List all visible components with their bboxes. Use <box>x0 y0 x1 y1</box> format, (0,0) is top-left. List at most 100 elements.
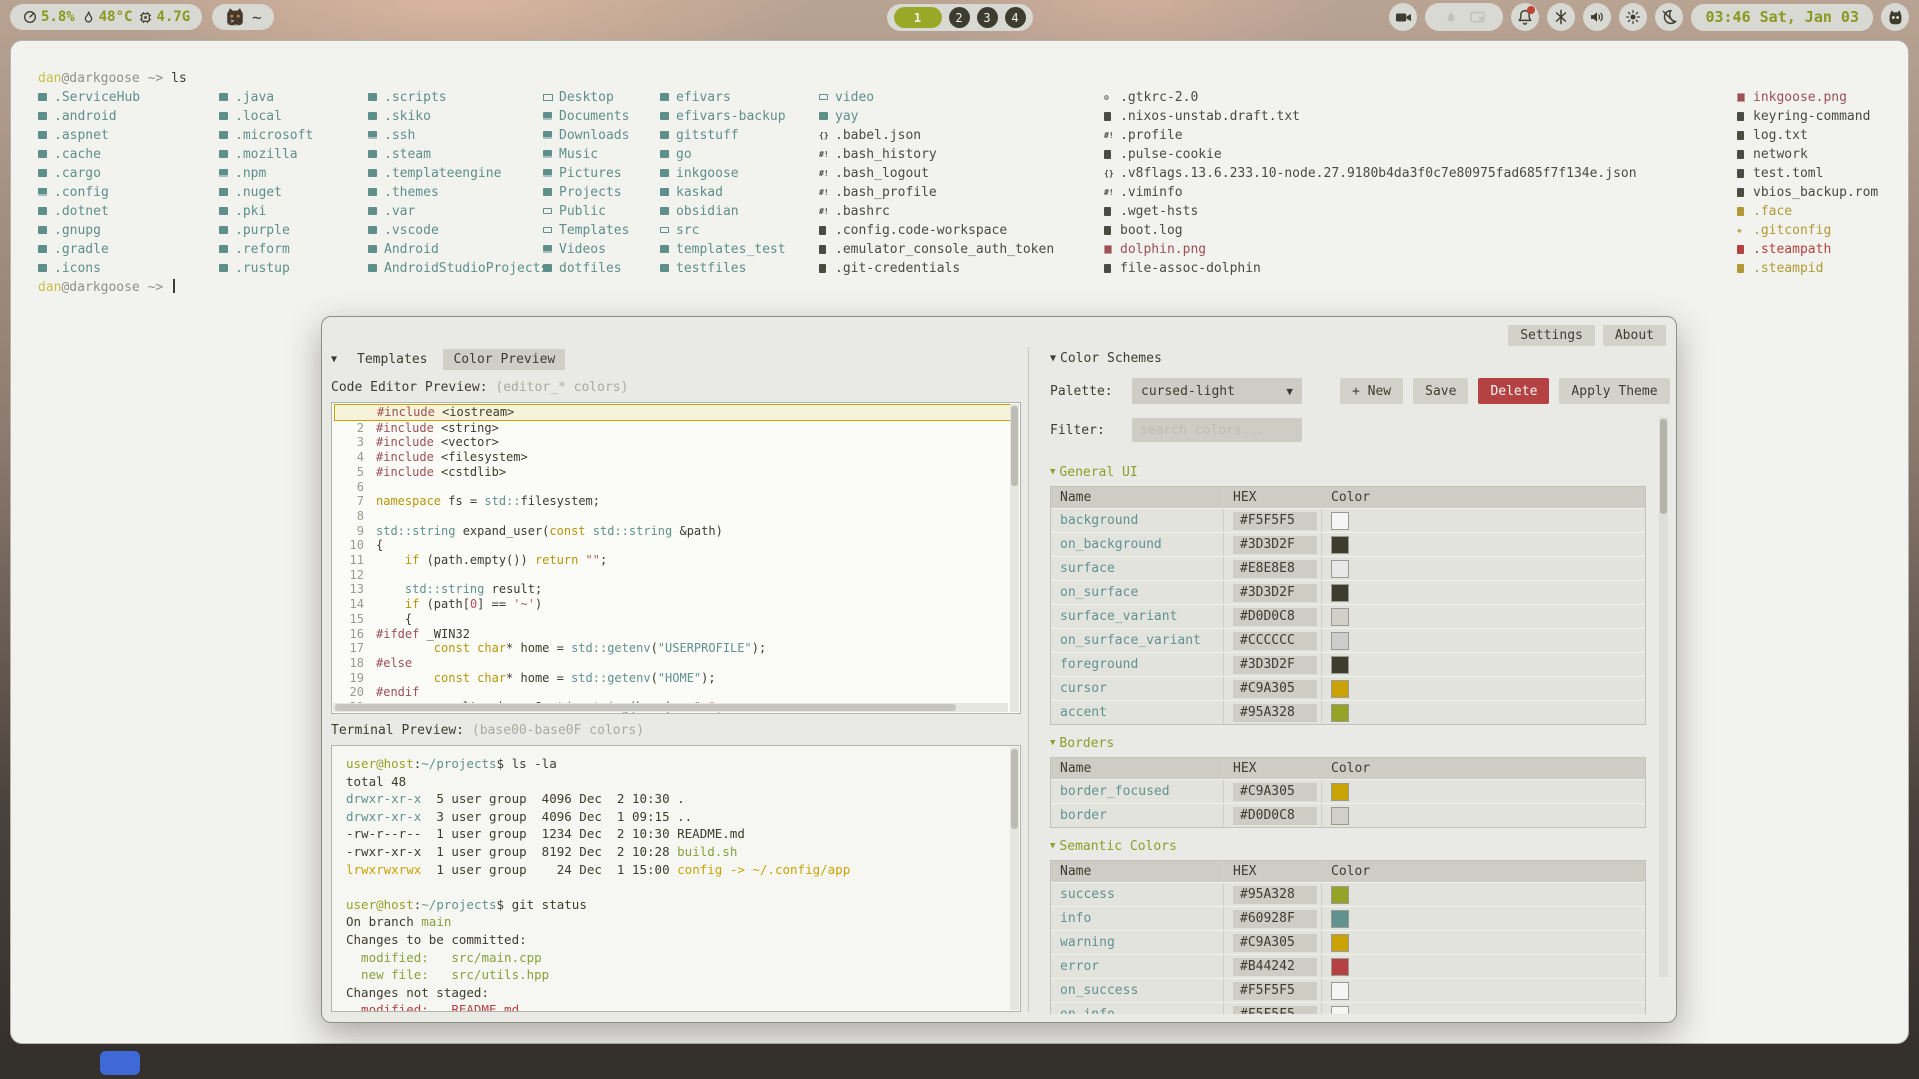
table-row[interactable]: foreground#3D3D2F <box>1051 652 1645 676</box>
file-icon <box>543 93 559 103</box>
color-swatch[interactable] <box>1331 584 1349 602</box>
folder-icon <box>660 112 676 122</box>
color-swatch[interactable] <box>1331 910 1349 928</box>
section-title[interactable]: ▼General UI <box>1050 462 1650 482</box>
about-button[interactable]: About <box>1603 325 1666 346</box>
color-hex[interactable]: #E8E8E8 <box>1223 557 1321 580</box>
color-hex[interactable]: #B44242 <box>1223 955 1321 978</box>
volume-button[interactable] <box>1583 3 1611 31</box>
section-title[interactable]: ▼Borders <box>1050 733 1650 753</box>
table-row[interactable]: background#F5F5F5 <box>1051 508 1645 532</box>
workspace-2[interactable]: 2 <box>949 7 970 28</box>
save-palette-button[interactable]: Save <box>1413 378 1468 404</box>
table-row[interactable]: warning#C9A305 <box>1051 930 1645 954</box>
table-row[interactable]: error#B44242 <box>1051 954 1645 978</box>
new-palette-button[interactable]: + New <box>1340 378 1403 404</box>
color-hex[interactable]: #CCCCCC <box>1223 629 1321 652</box>
table-row[interactable]: on_surface_variant#CCCCCC <box>1051 628 1645 652</box>
color-hex[interactable]: #3D3D2F <box>1223 653 1321 676</box>
color-swatch[interactable] <box>1331 807 1349 825</box>
color-hex[interactable]: #C9A305 <box>1223 780 1321 803</box>
table-row[interactable]: on_info#F5F5F5 <box>1051 1002 1645 1014</box>
tab-templates[interactable]: Templates <box>347 349 437 370</box>
color-hex[interactable]: #C9A305 <box>1223 677 1321 700</box>
apply-theme-button[interactable]: Apply Theme <box>1559 378 1669 404</box>
screen-record-button[interactable] <box>1389 3 1417 31</box>
color-swatch-cell <box>1321 907 1645 930</box>
color-swatch[interactable] <box>1331 704 1349 722</box>
table-row[interactable]: on_surface#3D3D2F <box>1051 580 1645 604</box>
color-hex[interactable]: #60928F <box>1223 907 1321 930</box>
table-row[interactable]: border_focused#C9A305 <box>1051 779 1645 803</box>
table-row[interactable]: cursor#C9A305 <box>1051 676 1645 700</box>
color-swatch[interactable] <box>1331 536 1349 554</box>
code-line: 19 const char* home = std::getenv("HOME"… <box>332 671 1020 686</box>
color-hex[interactable]: #C9A305 <box>1223 931 1321 954</box>
color-swatch[interactable] <box>1331 656 1349 674</box>
palette-dropdown[interactable]: cursed-light ▼ <box>1132 378 1302 404</box>
color-hex[interactable]: #3D3D2F <box>1223 581 1321 604</box>
color-swatch[interactable] <box>1331 632 1349 650</box>
color-hex[interactable]: #3D3D2F <box>1223 533 1321 556</box>
workspace-3[interactable]: 3 <box>977 7 998 28</box>
bluetooth-off-icon <box>1552 8 1570 26</box>
table-row[interactable]: on_success#F5F5F5 <box>1051 978 1645 1002</box>
notifications-button[interactable] <box>1511 3 1539 31</box>
color-swatch[interactable] <box>1331 608 1349 626</box>
file-icon <box>819 226 835 236</box>
color-swatch[interactable] <box>1331 958 1349 976</box>
workspace-4[interactable]: 4 <box>1005 7 1026 28</box>
color-hex[interactable]: #F5F5F5 <box>1223 1003 1321 1014</box>
terminal-preview-scrollbar[interactable] <box>1010 747 1019 1010</box>
color-hex[interactable]: #D0D0C8 <box>1223 804 1321 827</box>
code-editor-preview[interactable]: #include <iostream>2#include <string>3#i… <box>331 402 1021 714</box>
table-row[interactable]: surface_variant#D0D0C8 <box>1051 604 1645 628</box>
color-swatch[interactable] <box>1331 1006 1349 1015</box>
workspace-switcher: 1234 <box>887 4 1033 31</box>
collapse-arrow-icon[interactable]: ▼ <box>331 354 337 365</box>
clock[interactable]: 03:46 Sat, Jan 03 <box>1691 4 1873 31</box>
color-swatch[interactable] <box>1331 680 1349 698</box>
table-row[interactable]: success#95A328 <box>1051 882 1645 906</box>
table-row[interactable]: surface#E8E8E8 <box>1051 556 1645 580</box>
color-hex[interactable]: #95A328 <box>1223 883 1321 906</box>
color-swatch[interactable] <box>1331 886 1349 904</box>
launcher-label: ~ <box>252 8 262 27</box>
colors-scrollbar[interactable] <box>1659 417 1668 977</box>
table-row[interactable]: on_background#3D3D2F <box>1051 532 1645 556</box>
collapse-arrow-icon[interactable]: ▼ <box>1050 353 1056 364</box>
color-swatch[interactable] <box>1331 560 1349 578</box>
settings-button[interactable]: Settings <box>1508 325 1595 346</box>
section-title[interactable]: ▼Semantic Colors <box>1050 836 1650 856</box>
brightness-button[interactable] <box>1619 3 1647 31</box>
tab-color-preview[interactable]: Color Preview <box>443 349 565 370</box>
terminal-preview[interactable]: user@host:~/projects$ ls -latotal 48drwx… <box>331 745 1021 1012</box>
table-row[interactable]: border#D0D0C8 <box>1051 803 1645 827</box>
code-vertical-scrollbar[interactable] <box>1010 404 1019 712</box>
color-swatch[interactable] <box>1331 783 1349 801</box>
bluetooth-off-button[interactable] <box>1547 3 1575 31</box>
tray-owl-button[interactable] <box>1881 3 1909 31</box>
code-horizontal-scrollbar[interactable] <box>333 703 1008 712</box>
delete-palette-button[interactable]: Delete <box>1478 378 1549 404</box>
folder-icon <box>368 188 384 198</box>
color-swatch[interactable] <box>1331 982 1349 1000</box>
terminal-launcher-pill[interactable]: >_ ~ <box>212 4 274 30</box>
file-item: boot.log <box>1104 221 1737 240</box>
table-row[interactable]: accent#95A328 <box>1051 700 1645 724</box>
editor-preview-hint: (editor_* colors) <box>495 380 628 395</box>
color-hex[interactable]: #D0D0C8 <box>1223 605 1321 628</box>
filter-input[interactable] <box>1132 418 1302 442</box>
color-table: NameHEXColorsuccess#95A328info#60928Fwar… <box>1050 860 1646 1014</box>
workspace-1[interactable]: 1 <box>894 7 942 28</box>
table-row[interactable]: info#60928F <box>1051 906 1645 930</box>
color-hex[interactable]: #F5F5F5 <box>1223 979 1321 1002</box>
do-not-disturb-button[interactable] <box>1655 3 1683 31</box>
file-item: .java <box>219 88 368 107</box>
color-hex[interactable]: #95A328 <box>1223 701 1321 724</box>
color-swatch[interactable] <box>1331 512 1349 530</box>
folder-icon <box>219 264 235 274</box>
color-hex[interactable]: #F5F5F5 <box>1223 509 1321 532</box>
preview-tabs: ▼ Templates Color Preview <box>331 347 1021 371</box>
color-swatch[interactable] <box>1331 934 1349 952</box>
